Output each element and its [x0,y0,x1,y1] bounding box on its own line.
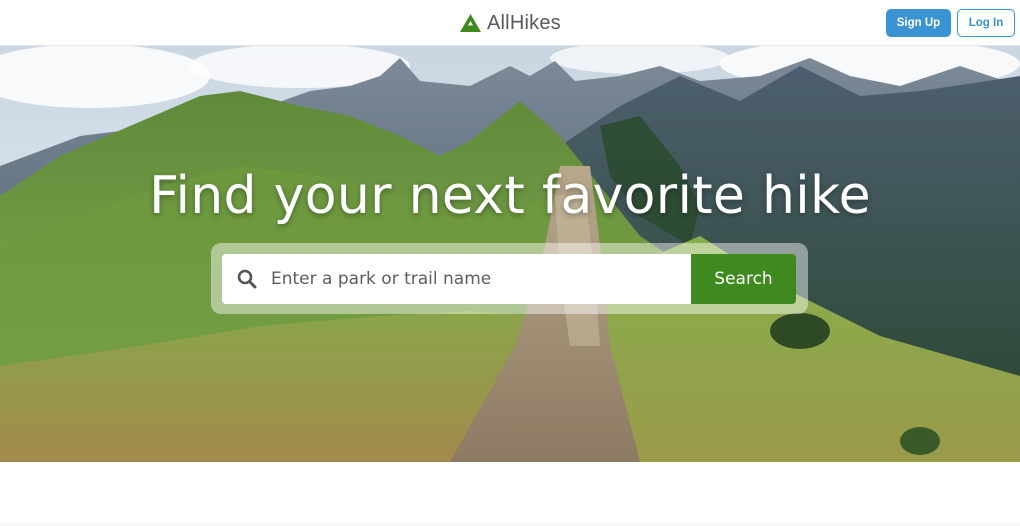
mountain-icon [460,14,481,32]
search-button[interactable]: Search [691,254,796,304]
divider [0,520,1020,526]
top-navbar: AllHikes Sign Up Log In [0,0,1020,46]
content-area [0,462,1020,526]
hero-title: Find your next favorite hike [149,166,871,226]
search-input[interactable] [271,255,691,303]
search-icon [237,269,257,289]
hero-section: Find your next favorite hike Search [0,46,1020,462]
search-container: Search [211,243,808,314]
login-button[interactable]: Log In [957,9,1015,37]
search-field[interactable] [222,254,692,304]
brand-logo[interactable]: AllHikes [460,10,561,36]
brand-name: AllHikes [487,11,561,34]
signup-button[interactable]: Sign Up [886,9,951,37]
